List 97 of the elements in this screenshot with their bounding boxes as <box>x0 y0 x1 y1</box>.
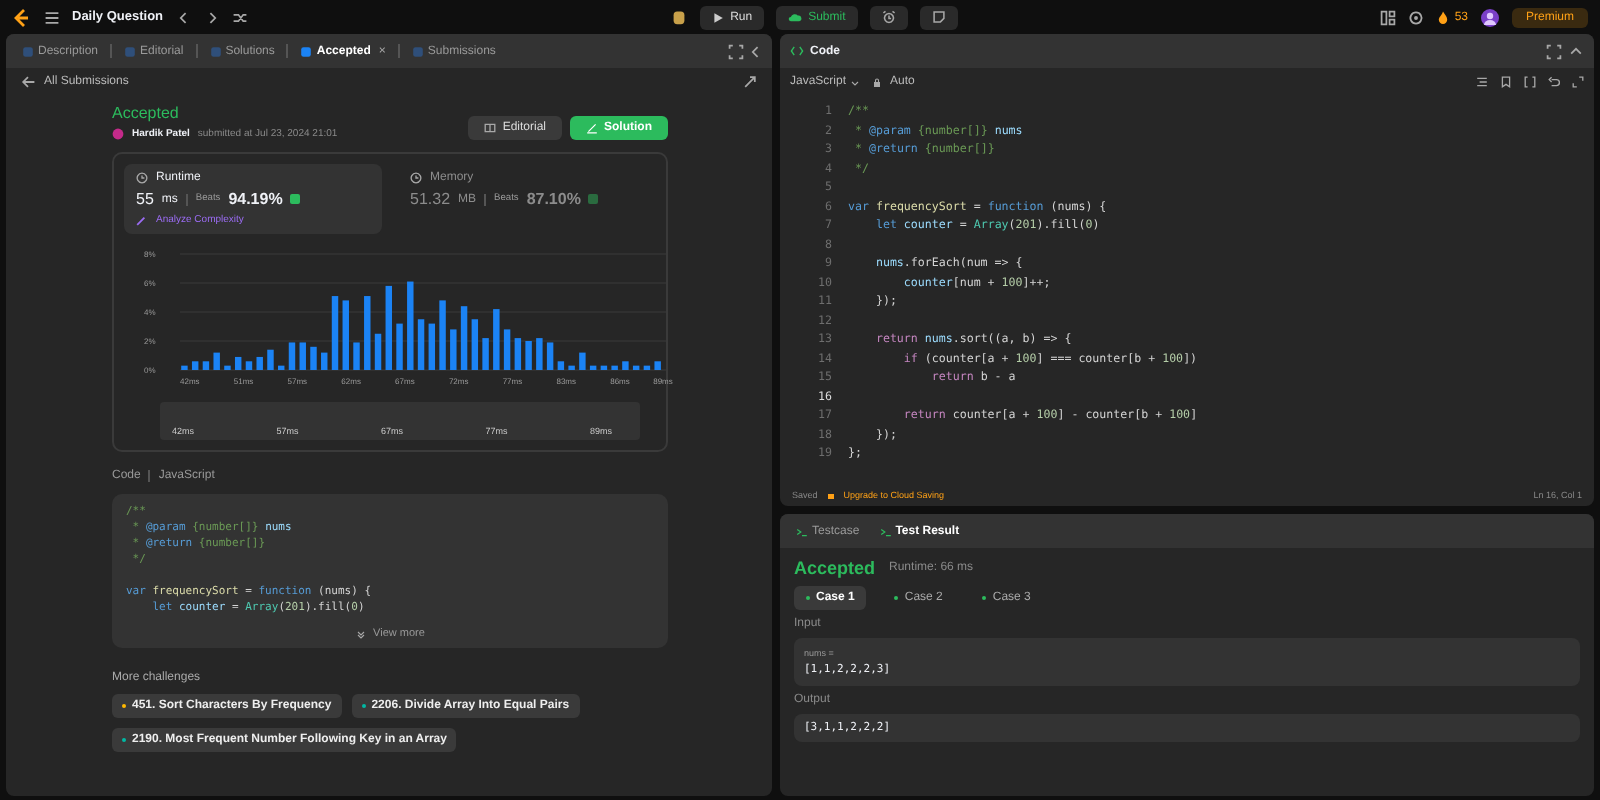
trend-badge <box>588 194 599 204</box>
note-button[interactable] <box>919 5 958 29</box>
bar <box>536 338 543 370</box>
brackets-icon[interactable] <box>1524 76 1536 88</box>
terminal-icon <box>796 525 808 537</box>
bar <box>471 319 479 370</box>
format-icon[interactable] <box>1476 76 1488 88</box>
bar <box>611 365 618 370</box>
bar <box>299 342 306 370</box>
flame-icon <box>1436 10 1451 24</box>
bar <box>202 361 210 370</box>
code-icon <box>790 44 804 58</box>
tab-icon <box>209 45 222 57</box>
settings-icon[interactable] <box>1408 9 1425 25</box>
bar <box>428 323 436 370</box>
lock-icon <box>825 490 836 500</box>
result-status: Accepted <box>794 558 876 578</box>
bar <box>407 281 414 370</box>
beats-value: 94.19% <box>228 190 283 208</box>
bar <box>235 356 242 370</box>
bar <box>288 342 296 370</box>
bar <box>224 365 231 370</box>
fullscreen-icon[interactable] <box>1572 76 1584 88</box>
wand-icon <box>136 214 148 226</box>
bar <box>600 365 608 370</box>
bar <box>417 319 425 370</box>
bar <box>460 306 468 370</box>
stat-value: 55 <box>136 190 154 208</box>
bar <box>493 309 500 370</box>
bookmark-icon[interactable] <box>1500 76 1512 88</box>
bar <box>191 361 199 370</box>
bar <box>450 329 457 370</box>
clock-icon <box>410 172 422 184</box>
bar <box>256 356 263 370</box>
bar <box>181 365 188 370</box>
avatar-icon[interactable] <box>1480 7 1500 27</box>
collapse-left-icon[interactable] <box>748 43 764 59</box>
book-icon <box>484 122 497 134</box>
bar <box>353 342 360 370</box>
shuffle-icon[interactable] <box>231 9 248 25</box>
bar <box>622 361 629 370</box>
bar <box>385 285 392 370</box>
logo-icon[interactable] <box>12 7 32 27</box>
alarm-button[interactable] <box>869 5 908 29</box>
bar <box>632 365 640 370</box>
bar <box>396 323 403 370</box>
bar <box>267 349 274 370</box>
bar <box>331 296 339 370</box>
bar <box>546 342 554 370</box>
bar <box>579 352 586 370</box>
chevron-down-icon <box>850 77 861 87</box>
tab-icon <box>22 45 34 57</box>
bar <box>310 346 317 370</box>
bar <box>643 365 651 370</box>
bar <box>439 300 446 370</box>
back-arrow-icon[interactable] <box>20 74 36 90</box>
undo-icon[interactable] <box>1548 76 1560 88</box>
bar <box>364 296 371 370</box>
double-chevron-icon <box>355 629 366 639</box>
collapse-up-icon[interactable] <box>1568 43 1584 59</box>
bar <box>557 361 565 370</box>
play-icon <box>712 11 725 23</box>
list-icon[interactable] <box>44 9 60 25</box>
bar <box>342 300 349 370</box>
bar <box>374 333 382 370</box>
layout-icon[interactable] <box>1380 9 1397 25</box>
bar <box>654 361 661 370</box>
edit-icon <box>586 122 598 134</box>
tab-icon <box>411 45 424 57</box>
trend-badge <box>290 194 301 204</box>
submission-status: Accepted <box>112 104 181 122</box>
bar <box>482 338 489 370</box>
bar <box>245 361 253 370</box>
expand-icon[interactable] <box>1546 43 1562 59</box>
bar <box>278 365 285 370</box>
bar <box>525 341 532 370</box>
bar <box>321 352 328 370</box>
alarm-clock-icon <box>881 10 896 24</box>
bar <box>589 365 597 370</box>
expand-icon[interactable] <box>728 43 744 59</box>
cloud-upload-icon <box>788 10 803 24</box>
tab-icon <box>124 45 137 57</box>
user-avatar-icon <box>112 128 124 140</box>
bar <box>568 365 575 370</box>
bug-icon[interactable] <box>670 8 689 26</box>
beats-value: 87.10% <box>526 190 581 208</box>
chevron-left-icon[interactable] <box>175 9 192 25</box>
tab-icon <box>300 45 313 57</box>
terminal-icon <box>879 525 892 537</box>
stat-value: 51.32 <box>410 190 451 208</box>
note-icon <box>931 10 946 24</box>
bar <box>503 329 511 370</box>
bar <box>514 338 522 370</box>
lock-icon <box>872 77 883 87</box>
bar <box>213 352 220 370</box>
clock-icon <box>136 172 148 184</box>
link-icon[interactable] <box>742 74 758 90</box>
